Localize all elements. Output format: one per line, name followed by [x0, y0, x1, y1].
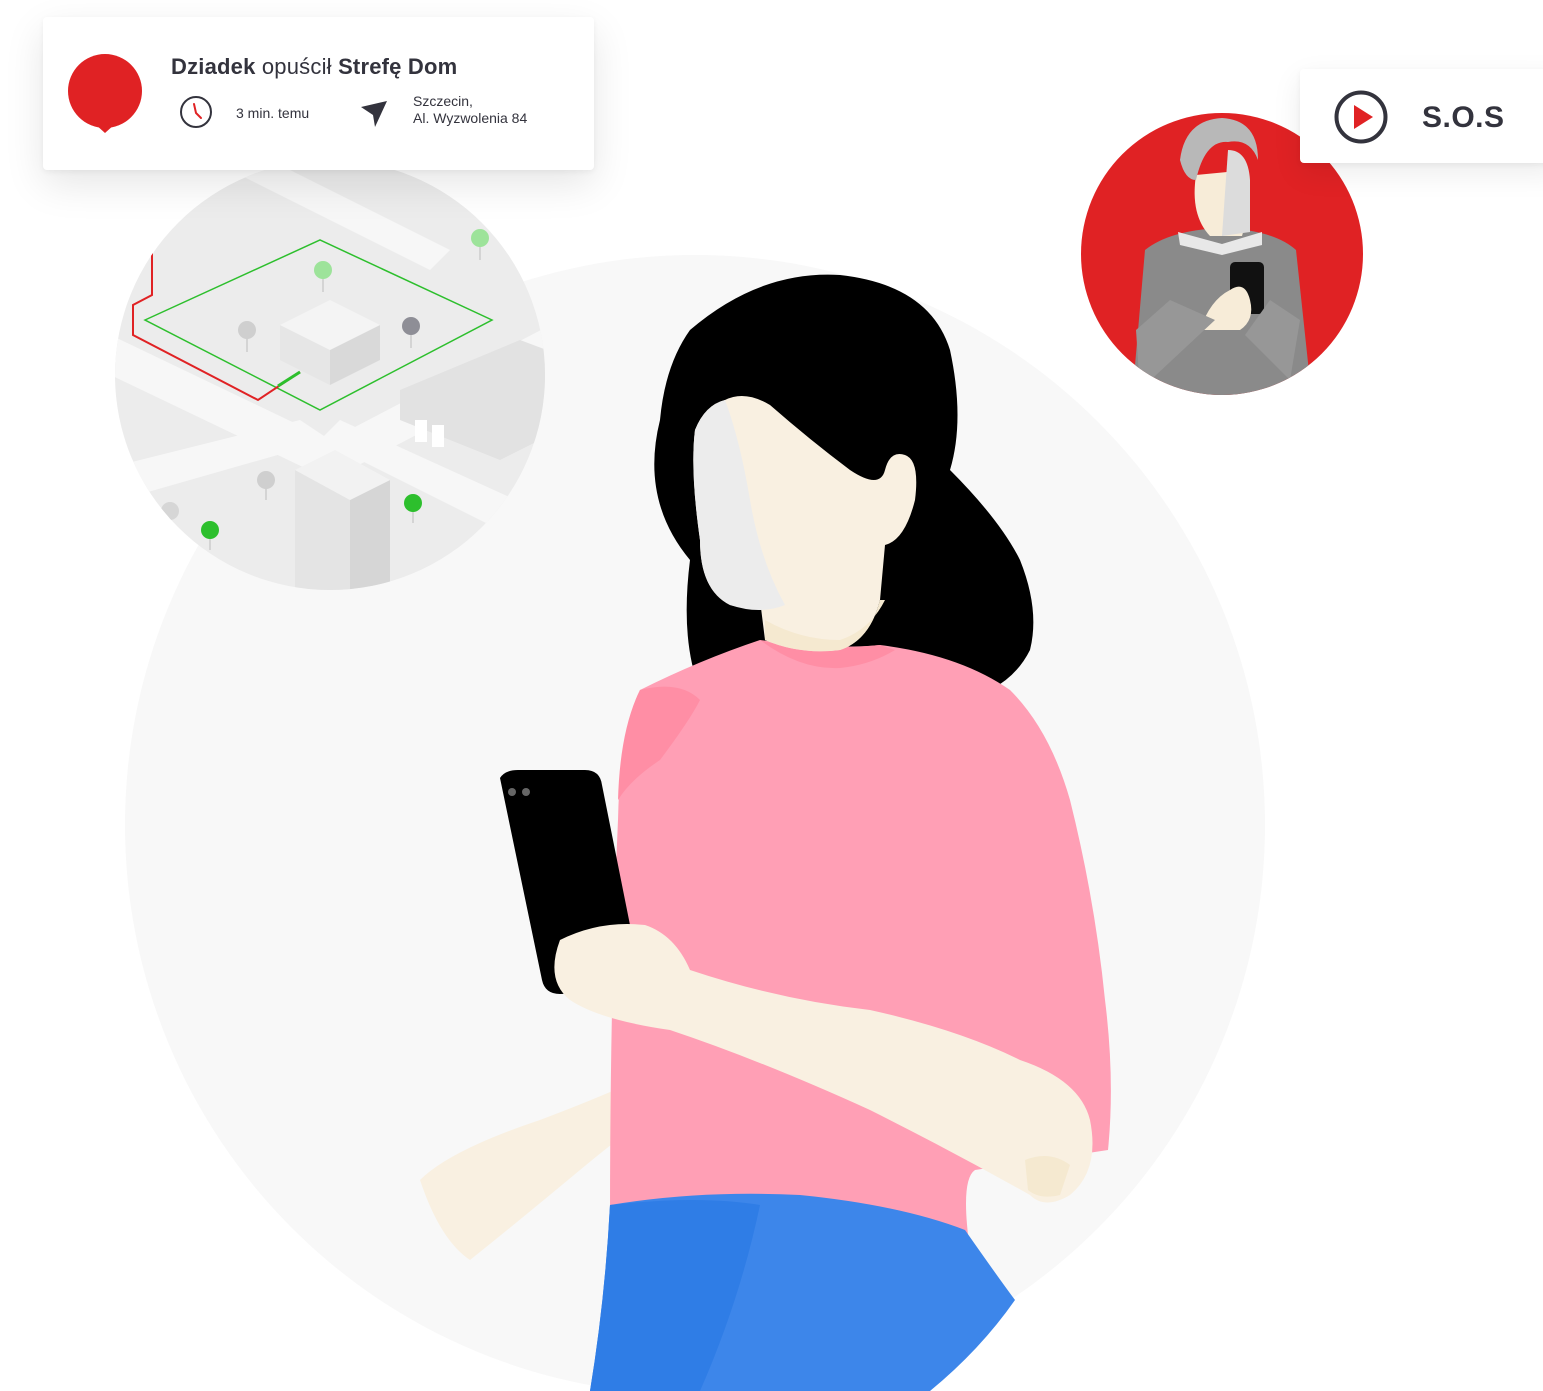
notification-address: Szczecin, Al. Wyzwolenia 84: [413, 93, 527, 127]
notification-title: Dziadek opuścił Strefę Dom: [171, 54, 457, 80]
play-icon: [1334, 90, 1388, 144]
sos-button[interactable]: S.O.S: [1300, 69, 1543, 163]
notification-zone: Strefę Dom: [338, 54, 458, 79]
clock-icon: [180, 96, 212, 128]
notification-subject: Dziadek: [171, 54, 256, 79]
notification-action: opuścił: [261, 54, 332, 79]
address-line-1: Szczecin,: [413, 93, 473, 109]
location-pin-icon: [68, 54, 142, 133]
navigation-arrow-icon: [361, 101, 387, 127]
illustration: [115, 113, 1363, 1391]
notification-card[interactable]: Dziadek opuścił Strefę Dom 3 min. temu S…: [43, 17, 594, 170]
notification-time: 3 min. temu: [236, 105, 310, 121]
sos-label: S.O.S: [1422, 101, 1505, 134]
address-line-2: Al. Wyzwolenia 84: [413, 110, 528, 126]
